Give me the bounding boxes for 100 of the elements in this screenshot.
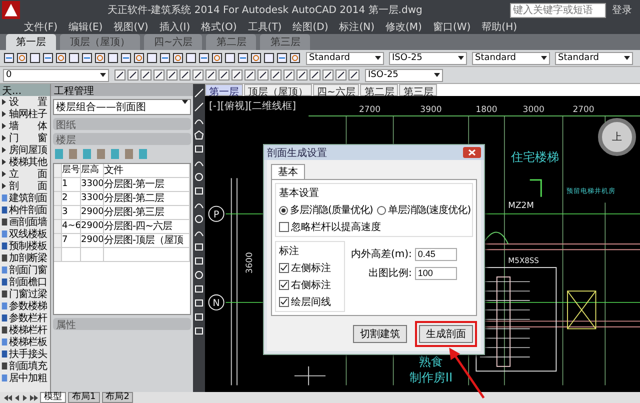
checkbox-label[interactable]: 绘层间线 — [291, 295, 331, 309]
dimension-style-dropdown[interactable]: ISO-25 — [365, 68, 443, 82]
navigation-arrows-icon[interactable] — [4, 394, 38, 400]
palette-command[interactable]: 剖面门窗 — [9, 263, 47, 277]
checkbox[interactable] — [279, 222, 289, 232]
palette-command[interactable]: 扶手接头 — [9, 347, 47, 361]
palette-category[interactable]: 门 窗 — [9, 131, 47, 145]
row-header-cell[interactable] — [54, 206, 62, 219]
menu-item[interactable]: 视图(V) — [114, 20, 148, 34]
menu-item[interactable]: 工具(T) — [248, 20, 282, 34]
palette-command[interactable]: 剖面檐口 — [9, 275, 47, 289]
palette-category[interactable]: 墙 体 — [9, 119, 47, 133]
search-field[interactable]: 键入关键字或短语 — [510, 2, 606, 18]
menu-item[interactable]: 修改(M) — [386, 20, 422, 34]
drawing-tab[interactable]: 四~六层 — [313, 84, 360, 96]
style-dropdown[interactable]: Standard — [555, 52, 633, 64]
rectangle-icon[interactable] — [194, 144, 204, 154]
dropdown-arrow-icon[interactable] — [100, 73, 106, 77]
palette-command[interactable]: 预制楼板 — [9, 239, 47, 253]
drawing-tab[interactable]: 第一层 — [205, 84, 243, 96]
menu-item[interactable]: 格式(O) — [201, 20, 237, 34]
palette-command[interactable]: 楼梯栏杆 — [9, 323, 47, 337]
line-icon[interactable] — [309, 69, 321, 81]
drawing-tab[interactable]: 顶层（屋顶） — [244, 84, 312, 96]
radio-button[interactable] — [279, 206, 288, 214]
dropdown-arrow-icon[interactable] — [434, 73, 440, 77]
dropdown-arrow-icon[interactable] — [182, 100, 188, 104]
radio-label[interactable]: 多层消隐(质量优化) — [290, 203, 373, 217]
menu-item[interactable]: 文件(F) — [24, 20, 58, 34]
menu-item[interactable]: 窗口(W) — [432, 20, 471, 34]
style-dropdown[interactable]: Standard — [472, 52, 550, 64]
login-link[interactable]: 登录 — [612, 3, 632, 17]
palette-category[interactable]: 楼梯其他 — [9, 155, 47, 169]
close-icon[interactable] — [463, 147, 481, 158]
menu-item[interactable]: 标注(N) — [339, 20, 375, 34]
palette-command[interactable]: 画剖面墙 — [9, 215, 47, 229]
dropdown-arrow-icon[interactable] — [624, 56, 630, 60]
row-header-cell[interactable] — [54, 234, 62, 247]
checkbox-label[interactable]: 右侧标注 — [291, 278, 331, 292]
app-logo-icon[interactable] — [2, 1, 20, 19]
viewcube[interactable]: 上 — [598, 118, 636, 156]
document-tab[interactable]: 第一层 — [6, 34, 56, 50]
row-header-cell[interactable] — [54, 220, 62, 233]
document-tab[interactable]: 四~六层 — [144, 34, 202, 50]
palette-command[interactable]: 加剖断梁 — [9, 251, 47, 265]
drawing-tab[interactable]: 第三层 — [399, 84, 438, 96]
palette-command[interactable]: 参数楼梯 — [9, 299, 47, 313]
dropdown-arrow-icon[interactable] — [375, 56, 381, 60]
palette-category[interactable]: 房间屋顶 — [9, 143, 47, 157]
polygon-icon[interactable] — [194, 130, 204, 140]
palette-command[interactable]: 双线楼板 — [9, 227, 47, 241]
document-tab[interactable]: 第二层 — [206, 34, 256, 50]
line-icon[interactable] — [322, 69, 334, 81]
line-icon[interactable] — [114, 69, 126, 81]
line-icon[interactable] — [335, 69, 347, 81]
checkbox-label[interactable]: 左侧标注 — [291, 261, 331, 275]
viewport-label[interactable]: [-][俯视][二维线框] — [209, 99, 296, 113]
palette-category[interactable]: 剖 面 — [9, 179, 47, 193]
row-header-cell[interactable] — [54, 192, 62, 205]
layout-tab[interactable]: 模型 — [40, 392, 66, 403]
checkbox[interactable] — [279, 280, 289, 290]
palette-command[interactable]: 构件剖面 — [9, 203, 47, 217]
style-dropdown[interactable]: Standard — [306, 52, 384, 64]
line-icon[interactable] — [218, 69, 230, 81]
section-header[interactable]: 属性 — [53, 318, 191, 330]
style-dropdown[interactable]: ISO-25 — [389, 52, 467, 64]
palette-command[interactable]: 门窗过梁 — [9, 287, 47, 301]
drawing-tab[interactable]: 第二层 — [360, 84, 398, 96]
checkbox[interactable] — [279, 297, 289, 307]
menu-item[interactable]: 帮助(H) — [482, 20, 517, 34]
rectangle-icon[interactable] — [194, 186, 204, 196]
menu-item[interactable]: 绘图(D) — [292, 20, 328, 34]
palette-category[interactable]: 轴网柱子 — [9, 107, 47, 121]
dropdown-arrow-icon[interactable] — [541, 56, 547, 60]
palette-category[interactable]: 立 面 — [9, 167, 47, 181]
palette-command[interactable]: 楼梯栏板 — [9, 335, 47, 349]
generate-button[interactable]: 生成剖面 — [419, 325, 473, 343]
input-field[interactable]: 100 — [414, 266, 457, 280]
section-header[interactable]: 楼层 — [53, 133, 191, 145]
line-icon[interactable] — [244, 69, 256, 81]
checkbox-label[interactable]: 忽略栏杆以提高速度 — [291, 220, 381, 234]
line-icon[interactable] — [127, 69, 139, 81]
input-field[interactable]: 0.45 — [414, 248, 457, 260]
palette-command[interactable]: 居中加粗 — [9, 371, 47, 385]
palette-command[interactable]: 参数栏杆 — [9, 311, 47, 325]
layout-tab[interactable]: 布局2 — [102, 392, 134, 403]
line-icon[interactable] — [257, 69, 269, 81]
floor-combo[interactable]: 楼层组合——剖面图 — [53, 99, 191, 115]
dialog-tab[interactable]: 基本 — [271, 164, 305, 179]
palette-command[interactable]: 剖面填充 — [9, 359, 47, 373]
layout-tab[interactable]: 布局1 — [68, 392, 100, 403]
menu-item[interactable]: 插入(I) — [159, 20, 190, 34]
menu-item[interactable]: 编辑(E) — [68, 20, 103, 34]
line-icon[interactable] — [296, 69, 308, 81]
document-tab[interactable]: 第三层 — [260, 34, 310, 50]
radio-label[interactable]: 单层消隐(速度优化) — [388, 203, 471, 217]
radio-button[interactable] — [376, 206, 386, 214]
line-icon[interactable] — [231, 69, 243, 81]
cut-button[interactable]: 切割建筑 — [353, 325, 407, 343]
palette-category[interactable]: 设 置 — [9, 95, 47, 109]
